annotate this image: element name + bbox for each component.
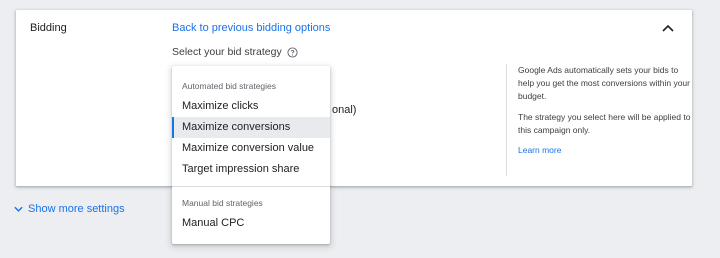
help-panel: Google Ads automatically sets your bids … — [506, 64, 692, 176]
show-more-label: Show more settings — [28, 203, 125, 215]
manual-strategies-header: Manual bid strategies — [182, 198, 263, 208]
section-title: Bidding — [30, 22, 67, 34]
menu-divider — [172, 186, 330, 187]
menu-item-maximize-clicks[interactable]: Maximize clicks — [172, 96, 330, 117]
menu-item-maximize-conversion-value[interactable]: Maximize conversion value — [172, 138, 330, 159]
underlying-option-fragment: onal) — [332, 104, 357, 116]
chevron-down-icon — [14, 206, 23, 212]
help-icon[interactable] — [287, 46, 298, 58]
help-paragraph-2: The strategy you select here will be app… — [518, 112, 691, 135]
back-to-previous-link[interactable]: Back to previous bidding options — [172, 22, 330, 34]
bid-strategy-label-text: Select your bid strategy — [172, 46, 282, 58]
help-paragraph-1: Google Ads automatically sets your bids … — [518, 65, 690, 101]
automated-strategies-header: Automated bid strategies — [182, 81, 277, 91]
learn-more-link[interactable]: Learn more — [518, 145, 692, 155]
chevron-up-icon[interactable] — [662, 23, 674, 33]
bid-strategy-dropdown: Automated bid strategies Maximize clicks… — [172, 66, 330, 244]
menu-item-manual-cpc[interactable]: Manual CPC — [172, 213, 330, 234]
bid-strategy-label: Select your bid strategy — [172, 46, 298, 58]
menu-item-target-impression-share[interactable]: Target impression share — [172, 159, 330, 180]
show-more-settings[interactable]: Show more settings — [14, 203, 125, 215]
bidding-card: Bidding Back to previous bidding options… — [16, 10, 692, 186]
menu-item-maximize-conversions[interactable]: Maximize conversions — [172, 117, 330, 138]
